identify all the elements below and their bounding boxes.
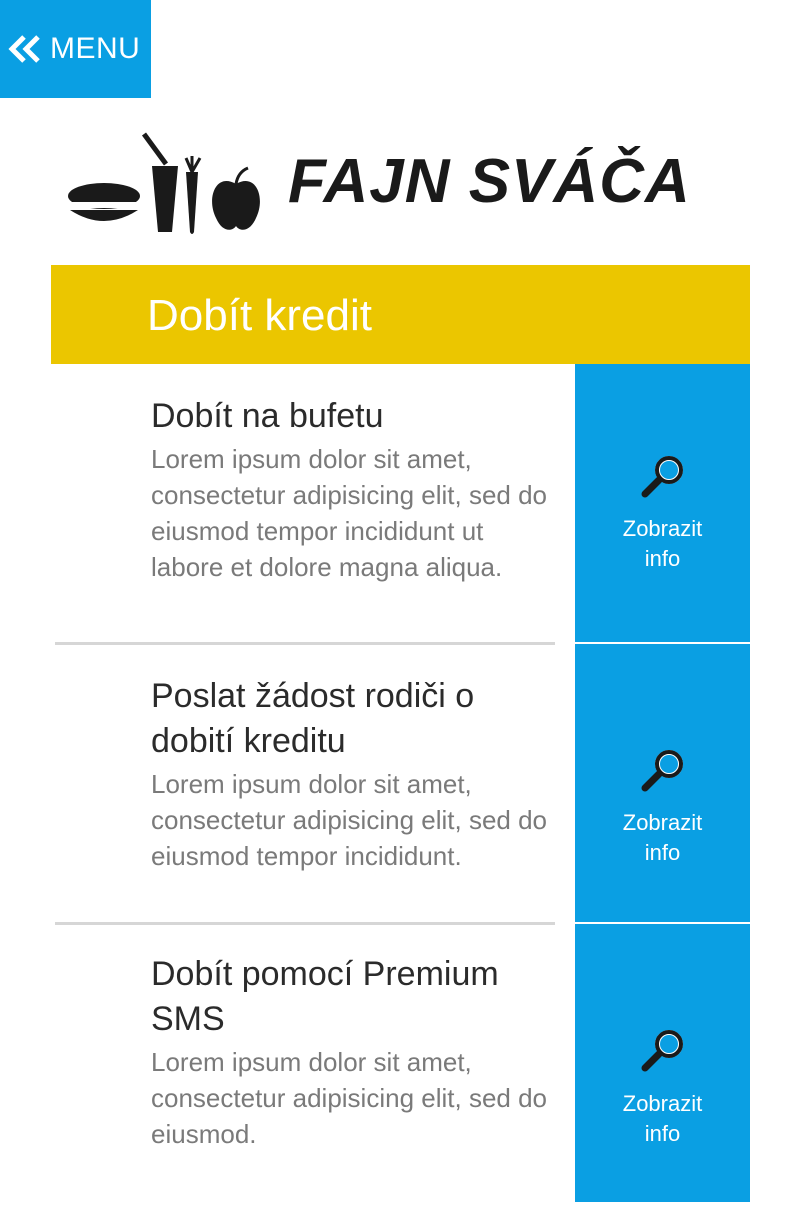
double-chevron-left-icon [8, 35, 40, 63]
menu-button[interactable]: MENU [0, 0, 151, 98]
magnifier-icon [641, 1030, 683, 1072]
magnifier-icon [641, 750, 683, 792]
credit-option-row: Poslat žádost rodiči o dobití kreditu Lo… [51, 644, 750, 922]
food-icons-logo [68, 132, 260, 234]
action-label-line1: Zobrazit [622, 516, 703, 541]
option-title: Dobít pomocí Premium SMS [151, 955, 499, 1038]
option-description: Lorem ipsum dolor sit amet, consectetur … [151, 769, 548, 871]
show-info-button[interactable]: Zobrazit info [575, 364, 750, 642]
credit-option-row: Dobít na bufetu Lorem ipsum dolor sit am… [51, 364, 750, 642]
logo: FAJN SVÁČA [66, 128, 736, 236]
section-title: Dobít kredit [147, 291, 372, 340]
option-title: Dobít na bufetu [151, 397, 384, 435]
action-label-line1: Zobrazit [622, 810, 703, 835]
option-description: Lorem ipsum dolor sit amet, consectetur … [151, 1047, 548, 1149]
credit-option-row: Dobít pomocí Premium SMS Lorem ipsum dol… [51, 924, 750, 1202]
show-info-button[interactable]: Zobrazit info [575, 924, 750, 1202]
option-description: Lorem ipsum dolor sit amet, consectetur … [151, 444, 548, 582]
option-title: Poslat žádost rodiči o dobití kreditu [151, 677, 475, 760]
section-header: Dobít kredit [51, 265, 750, 364]
action-label-line2: info [644, 546, 681, 571]
action-label-line2: info [644, 840, 681, 865]
brand-name: FAJN SVÁČA [288, 147, 691, 216]
action-label-line2: info [644, 1121, 681, 1146]
show-info-button[interactable]: Zobrazit info [575, 644, 750, 922]
action-label-line1: Zobrazit [622, 1091, 703, 1116]
magnifier-icon [641, 456, 683, 498]
menu-label: MENU [50, 32, 141, 65]
